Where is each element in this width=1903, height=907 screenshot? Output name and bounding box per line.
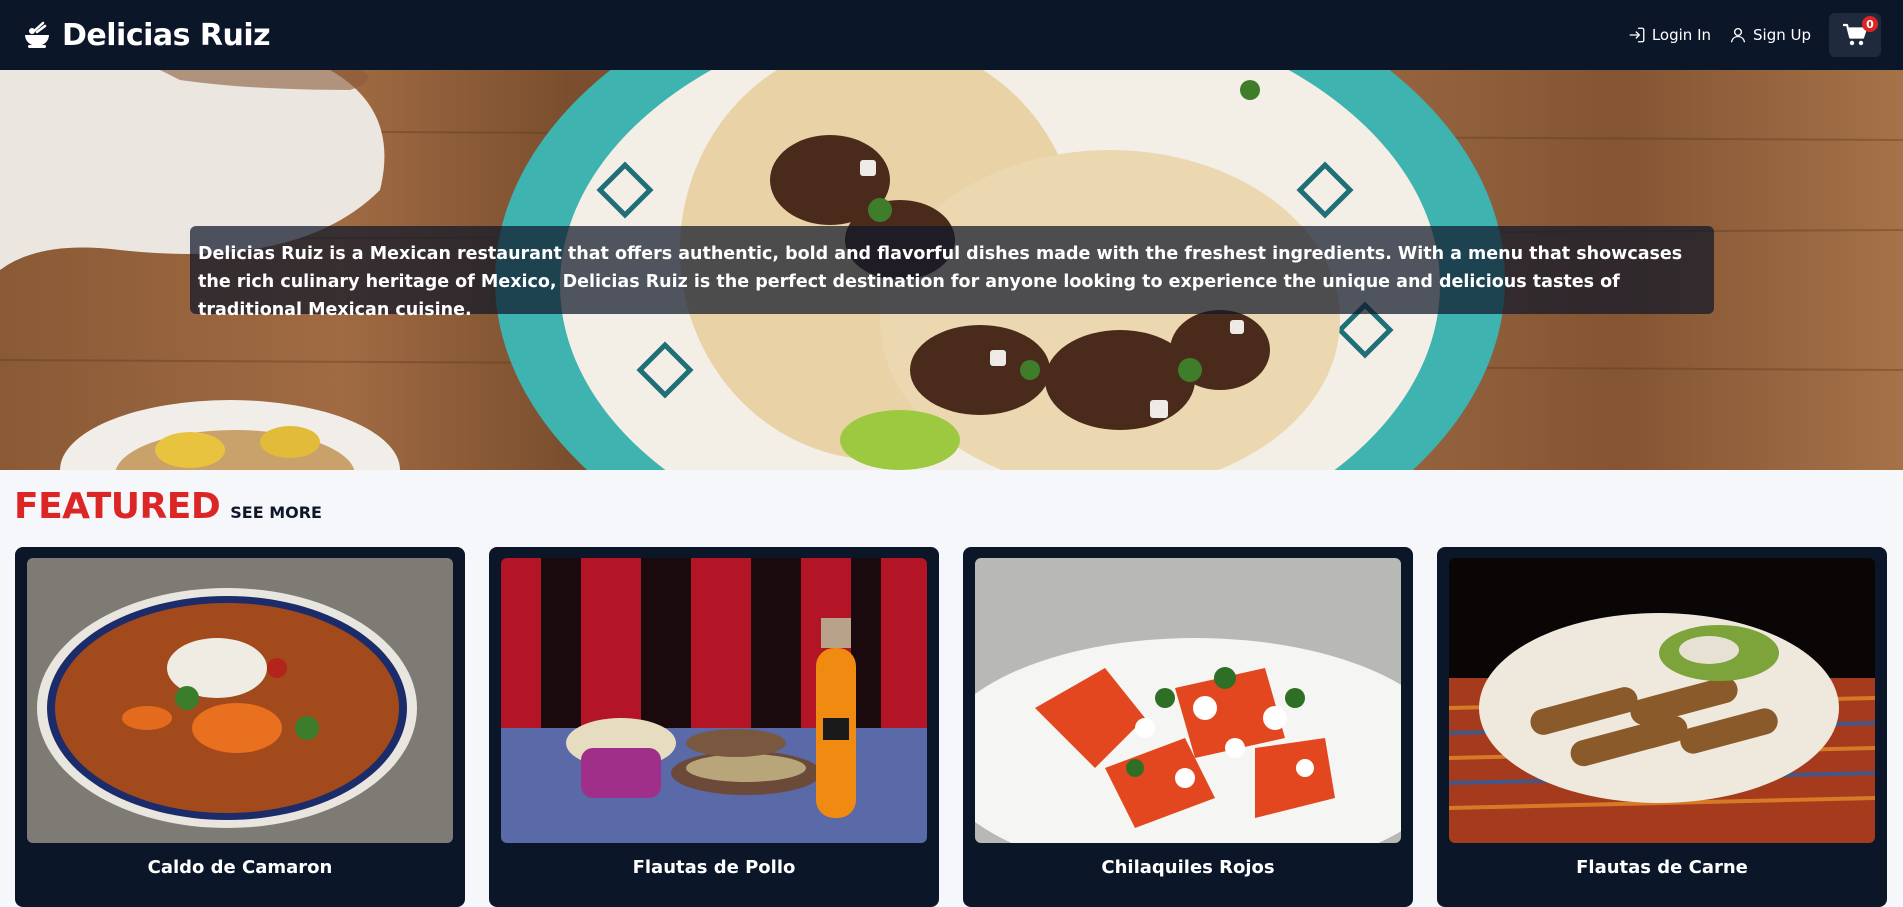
see-more-link[interactable]: SEE MORE [230, 503, 322, 522]
dish-image [975, 558, 1401, 843]
cart-button[interactable]: 0 [1829, 13, 1881, 57]
cart-count-badge: 0 [1862, 16, 1878, 32]
nav-actions: Login In Sign Up 0 [1628, 13, 1881, 57]
dish-card[interactable]: Caldo de Camaron [15, 547, 465, 907]
brand-name: Delicias Ruiz [62, 17, 271, 53]
signup-label: Sign Up [1753, 26, 1811, 44]
navbar: Delicias Ruiz Login In Sign Up 0 [0, 0, 1903, 70]
user-icon [1730, 27, 1746, 43]
login-icon [1629, 27, 1645, 43]
signup-link[interactable]: Sign Up [1729, 26, 1811, 44]
dish-name: Flautas de Carne [1576, 857, 1748, 878]
hero-banner: Delicias Ruiz is a Mexican restaurant th… [0, 70, 1903, 470]
bowl-logo-icon [22, 20, 52, 50]
dish-card[interactable]: Chilaquiles Rojos [963, 547, 1413, 907]
dish-image [27, 558, 453, 843]
featured-cards: Caldo de Camaron Flautas de Pollo Chilaq… [15, 547, 1895, 907]
featured-title: FEATURED [14, 486, 221, 527]
dish-card[interactable]: Flautas de Pollo [489, 547, 939, 907]
login-label: Login In [1651, 26, 1711, 44]
login-link[interactable]: Login In [1628, 26, 1711, 44]
dish-name: Flautas de Pollo [632, 857, 796, 878]
dish-name: Caldo de Camaron [147, 857, 333, 878]
featured-header: FEATURED SEE MORE [14, 486, 322, 527]
dish-name: Chilaquiles Rojos [1101, 857, 1275, 878]
hero-description: Delicias Ruiz is a Mexican restaurant th… [190, 226, 1714, 320]
brand-link[interactable]: Delicias Ruiz [22, 17, 271, 53]
dish-image [1449, 558, 1875, 843]
dish-image [501, 558, 927, 843]
dish-card[interactable]: Flautas de Carne [1437, 547, 1887, 907]
